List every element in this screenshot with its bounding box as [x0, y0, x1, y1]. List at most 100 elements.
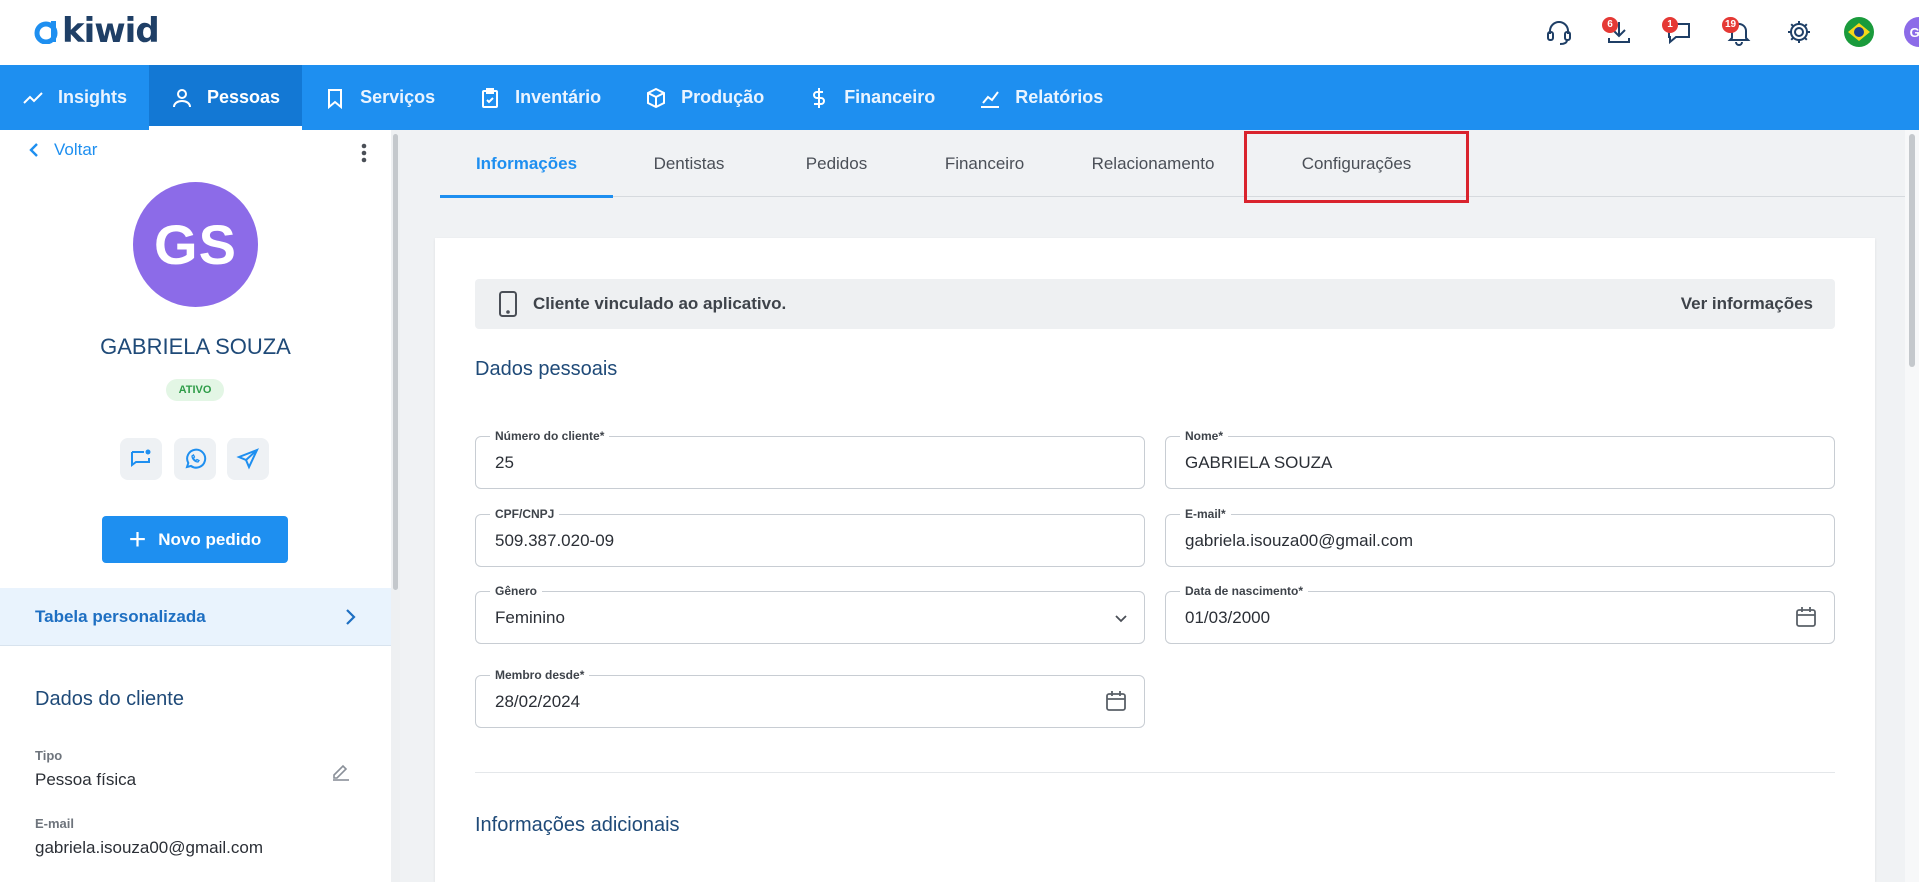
top-bar: kiwid 6 1 19 G: [0, 0, 1919, 65]
app-linked-text: Cliente vinculado ao aplicativo.: [533, 294, 787, 313]
nav-item-pessoas[interactable]: Pessoas: [149, 65, 303, 130]
new-order-button[interactable]: + Novo pedido: [102, 516, 288, 563]
app-linked-banner: Cliente vinculado ao aplicativo. Ver inf…: [475, 279, 1835, 329]
member-since-value: 28/02/2024: [495, 692, 581, 711]
birth-date-value: 01/03/2000: [1185, 608, 1271, 627]
field-label: Gênero: [490, 584, 543, 598]
additional-info-title: Informações adicionais: [475, 814, 680, 836]
nav-item-label: Pessoas: [207, 87, 281, 107]
email-field[interactable]: E-mail* gabriela.isouza00@gmail.com: [1165, 507, 1835, 567]
download-icon[interactable]: 6: [1599, 12, 1639, 52]
gender-select[interactable]: Gênero Feminino: [475, 584, 1145, 644]
box-icon: [647, 87, 666, 108]
document-field[interactable]: CPF/CNPJ 509.387.020-09: [475, 507, 1145, 567]
tab-dentistas[interactable]: Dentistas: [613, 130, 765, 197]
download-count-badge: 6: [1602, 17, 1618, 33]
custom-table-label: Tabela personalizada: [35, 606, 206, 626]
tab-financeiro[interactable]: Financeiro: [908, 130, 1061, 197]
chart-icon: [981, 90, 1000, 108]
field-label: Número do cliente*: [490, 429, 610, 443]
type-value: Pessoa física: [35, 770, 137, 789]
user-avatar-initials: GS: [1904, 17, 1919, 47]
type-label: Tipo: [35, 748, 63, 763]
field-label: Data de nascimento*: [1180, 584, 1309, 598]
gender-value: Feminino: [495, 608, 565, 627]
tab-informacoes[interactable]: Informações: [440, 130, 613, 198]
nav-item-producao[interactable]: Produção: [623, 65, 786, 130]
view-info-link[interactable]: Ver informações: [1681, 294, 1813, 314]
gear-icon[interactable]: [1779, 12, 1819, 52]
field-label: CPF/CNPJ: [490, 507, 560, 521]
client-number-field[interactable]: Número do cliente* 25: [475, 429, 1145, 489]
field-label: E-mail*: [1180, 507, 1231, 521]
personal-data-title: Dados pessoais: [475, 358, 618, 380]
brazil-flag-icon[interactable]: [1839, 12, 1879, 52]
chevron-down-icon: [1114, 611, 1128, 630]
person-icon: [173, 88, 192, 107]
nav-item-label: Produção: [681, 87, 765, 107]
tab-pedidos[interactable]: Pedidos: [765, 130, 908, 197]
calendar-icon[interactable]: [1794, 605, 1818, 634]
client-avatar: GS: [133, 182, 258, 307]
member-since-field[interactable]: Membro desde* 28/02/2024: [475, 668, 1145, 728]
logo-wordmark: kiwid: [62, 11, 160, 51]
whatsapp-icon: [185, 448, 207, 469]
message-icon: [131, 449, 151, 467]
client-name: GABRIELA SOUZA: [100, 334, 291, 359]
chevron-right-icon: [346, 608, 356, 625]
edit-icon[interactable]: [330, 760, 352, 787]
section-divider: [475, 772, 1835, 773]
nav-item-label: Serviços: [360, 87, 436, 107]
chat-count-badge: 1: [1662, 17, 1678, 33]
dollar-icon: [813, 87, 826, 108]
client-tabs: Informações Dentistas Pedidos Financeiro…: [440, 130, 1910, 198]
phone-icon: [499, 291, 517, 317]
new-order-label: Novo pedido: [158, 529, 262, 549]
main-nav: Insights Pessoas Serviços Inventário Pro…: [0, 65, 1919, 130]
sidebar-scroll-thumb[interactable]: [393, 134, 398, 590]
document-value: 509.387.020-09: [495, 531, 615, 550]
tab-relacionamento[interactable]: Relacionamento: [1061, 130, 1245, 197]
chevron-left-icon: [29, 143, 38, 157]
nav-item-inventario[interactable]: Inventário: [457, 65, 623, 130]
nav-item-label: Insights: [58, 87, 128, 107]
chat-icon[interactable]: 1: [1659, 12, 1699, 52]
field-label: Membro desde*: [490, 668, 590, 682]
more-options-icon[interactable]: [356, 141, 372, 165]
status-badge: ATIVO: [166, 379, 224, 401]
client-data-title: Dados do cliente: [35, 688, 184, 710]
message-button[interactable]: [120, 438, 162, 480]
kiwid-logo[interactable]: kiwid: [34, 11, 160, 51]
main-scroll-thumb[interactable]: [1909, 134, 1915, 367]
plus-icon: +: [128, 522, 147, 556]
bell-icon[interactable]: 19: [1719, 12, 1759, 52]
nav-item-label: Relatórios: [1015, 87, 1104, 107]
trend-icon: [23, 91, 43, 104]
send-button[interactable]: [227, 438, 269, 480]
birth-date-field[interactable]: Data de nascimento* 01/03/2000: [1165, 584, 1835, 644]
name-field[interactable]: Nome* GABRIELA SOUZA: [1165, 429, 1835, 489]
calendar-icon[interactable]: [1104, 689, 1128, 718]
back-link[interactable]: Voltar: [28, 140, 97, 160]
nav-item-servicos[interactable]: Serviços: [302, 65, 457, 130]
email-label: E-mail: [35, 816, 75, 831]
whatsapp-button[interactable]: [174, 438, 216, 480]
tab-configuracoes[interactable]: Configurações: [1244, 130, 1469, 197]
sidebar-scrollbar[interactable]: [391, 130, 400, 882]
clipboard-icon: [482, 87, 499, 108]
email-value: gabriela.isouza00@gmail.com: [1185, 531, 1413, 550]
user-avatar[interactable]: GS: [1899, 12, 1919, 52]
nav-item-label: Financeiro: [844, 87, 936, 107]
email-value: gabriela.isouza00@gmail.com: [35, 838, 263, 857]
main-scrollbar[interactable]: [1905, 130, 1919, 882]
custom-table-link[interactable]: Tabela personalizada: [0, 588, 391, 646]
notification-count-badge: 19: [1722, 17, 1740, 33]
send-icon: [236, 448, 259, 470]
nav-item-financeiro[interactable]: Financeiro: [786, 65, 957, 130]
nav-item-insights[interactable]: Insights: [0, 65, 149, 130]
field-label: Nome*: [1180, 429, 1229, 443]
support-icon[interactable]: [1539, 12, 1579, 52]
nav-item-relatorios[interactable]: Relatórios: [957, 65, 1125, 130]
client-number-value: 25: [495, 453, 514, 472]
logo-mark-icon: [34, 21, 58, 44]
